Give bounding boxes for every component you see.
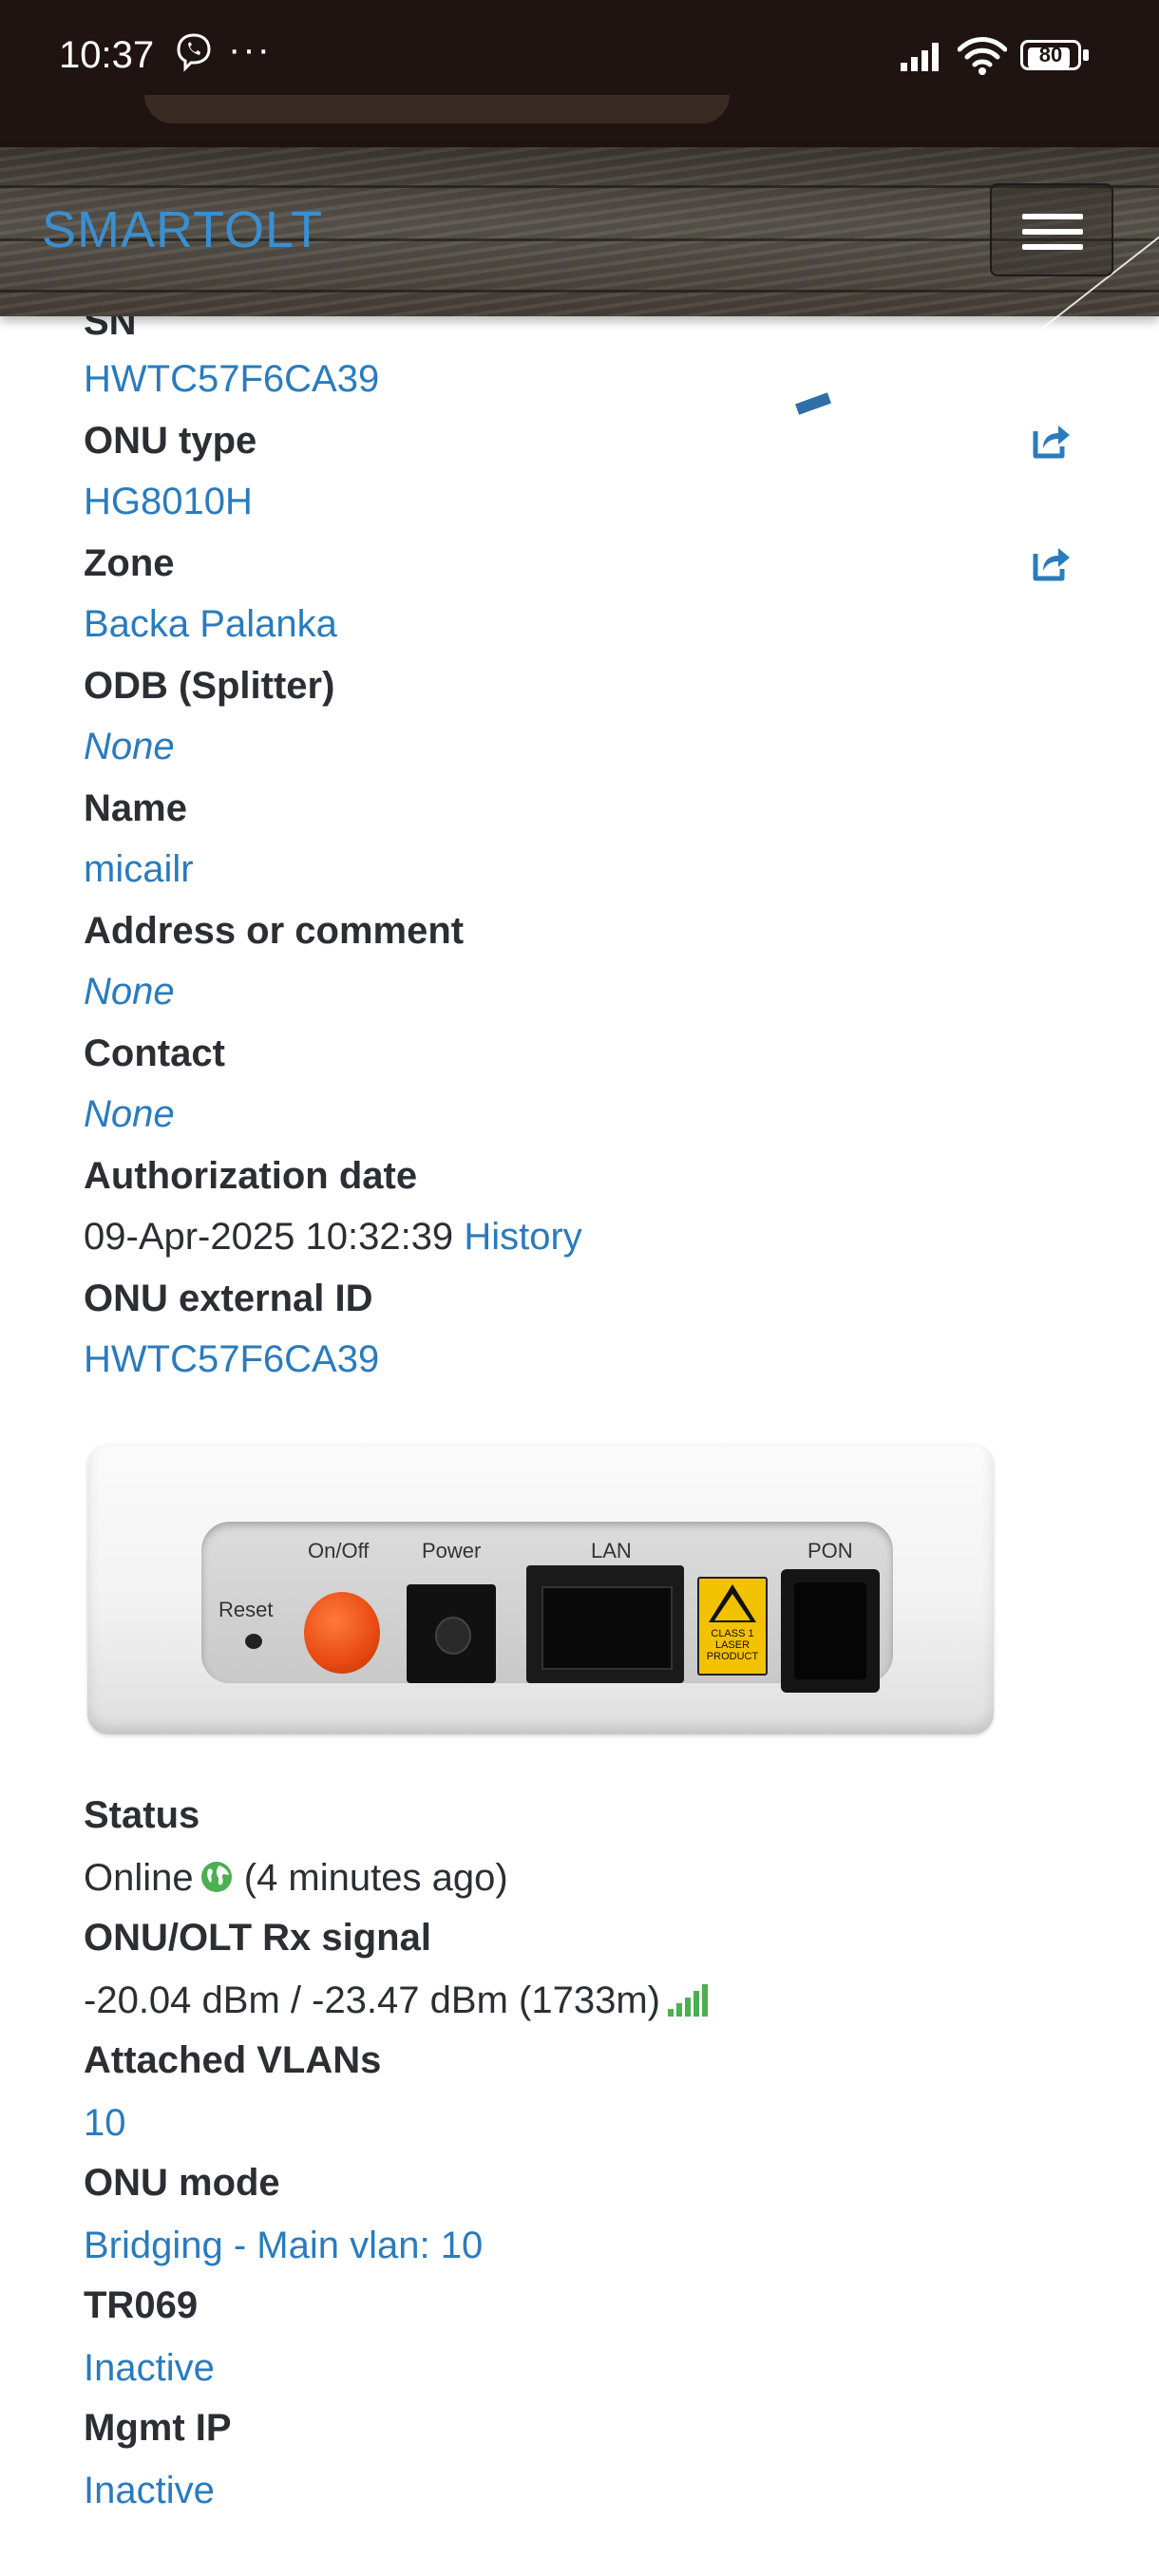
zone-value[interactable]: Backa Palanka (84, 598, 337, 650)
mgmt-ip-value[interactable]: Inactive (84, 2465, 215, 2516)
power-label: Power (422, 1539, 482, 1563)
external-id-value[interactable]: HWTC57F6CA39 (84, 1334, 379, 1385)
top-navbar: SMARTOLT (0, 147, 1159, 415)
reset-hole (245, 1634, 262, 1649)
laser-warning-label: CLASS 1 LASER PRODUCT (706, 1628, 759, 1662)
mode-label: ONU mode (84, 2162, 280, 2204)
power-jack-graphic (407, 1584, 496, 1683)
reset-label: Reset (218, 1598, 274, 1621)
battery-icon: 80 (1020, 40, 1091, 72)
onu-type-value[interactable]: HG8010H (84, 476, 253, 527)
vlans-label: Attached VLANs (84, 2039, 382, 2081)
lan-label: LAN (591, 1539, 632, 1563)
onu-device-image: On/Off Power LAN PON Reset CLASS 1 LASER… (87, 1444, 994, 1734)
odb-value[interactable]: None (84, 721, 175, 772)
history-link[interactable]: History (464, 1216, 581, 1258)
auth-date-label: Authorization date (84, 1155, 418, 1197)
onoff-label: On/Off (308, 1539, 370, 1563)
name-value[interactable]: micailr (84, 843, 194, 895)
external-link-icon[interactable] (1030, 422, 1072, 460)
address-label: Address or comment (84, 910, 465, 952)
clock: 10:37 (59, 34, 155, 76)
cell-signal-icon (901, 43, 939, 71)
contact-label: Contact (84, 1032, 225, 1074)
camera-notch (144, 95, 730, 123)
pon-port-graphic (781, 1569, 880, 1693)
lan-port-graphic (526, 1565, 684, 1683)
vlans-value[interactable]: 10 (84, 2097, 126, 2149)
address-value[interactable]: None (84, 966, 175, 1017)
signal-label: ONU/OLT Rx signal (84, 1917, 431, 1959)
auth-date-row: 09-Apr-2025 10:32:39 History (84, 1211, 582, 1262)
signal-row: -20.04 dBm / -23.47 dBm (1733m) (84, 1975, 708, 2026)
menu-toggle-button[interactable] (990, 183, 1113, 276)
status-bar: 10:37 ··· 80 (0, 0, 1159, 147)
external-id-label: ONU external ID (84, 1278, 373, 1319)
battery-level: 80 (1038, 43, 1063, 66)
wifi-icon (958, 37, 1007, 75)
background-decoration (795, 392, 831, 415)
status-label: Status (84, 1794, 200, 1836)
pon-label: PON (808, 1539, 853, 1563)
onoff-button-graphic (304, 1592, 380, 1674)
odb-label: ODB (Splitter) (84, 665, 335, 707)
name-label: Name (84, 787, 187, 829)
signal-value: -20.04 dBm / -23.47 dBm (1733m) (84, 1979, 660, 2021)
globe-icon (200, 1862, 232, 1892)
status-ago: (4 minutes ago) (243, 1857, 508, 1899)
laser-warning-icon: CLASS 1 LASER PRODUCT (697, 1577, 768, 1676)
signal-strength-icon (667, 1984, 708, 2017)
status-value: Online (84, 1857, 194, 1899)
brand-logo-link[interactable]: SMARTOLT (42, 200, 323, 259)
auth-date-value: 09-Apr-2025 10:32:39 (84, 1216, 454, 1258)
zone-label: Zone (84, 542, 175, 584)
sn-value[interactable]: HWTC57F6CA39 (84, 353, 379, 405)
tr069-value[interactable]: Inactive (84, 2342, 215, 2394)
external-link-icon[interactable] (1030, 544, 1072, 582)
tr069-label: TR069 (84, 2284, 199, 2326)
contact-value[interactable]: None (84, 1089, 175, 1140)
viber-icon (177, 33, 211, 72)
onu-type-label: ONU type (84, 420, 257, 462)
more-notifications: ··· (228, 28, 272, 70)
mgmt-ip-label: Mgmt IP (84, 2407, 232, 2449)
status-row: Online (4 minutes ago) (84, 1852, 508, 1904)
mode-value[interactable]: Bridging - Main vlan: 10 (84, 2220, 483, 2271)
